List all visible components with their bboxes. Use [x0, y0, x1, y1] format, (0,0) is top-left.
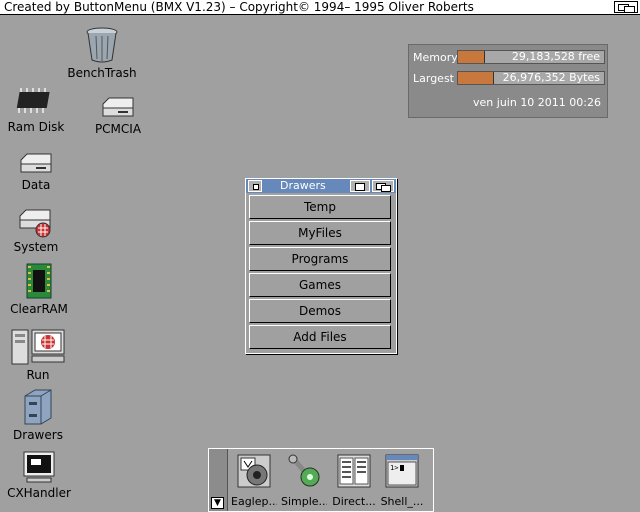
pcmcia-icon-item[interactable]: PCMCIA	[78, 96, 158, 136]
zoom-gadget[interactable]	[350, 180, 370, 192]
app-dock: ▼ Eaglep... Simple... Direct... 1> Shell…	[208, 448, 434, 512]
screen-title-text: Created by ButtonMenu (BMX V1.23) – Copy…	[4, 0, 474, 14]
largest-value: 26,976,352 Bytes	[502, 71, 600, 84]
system-label: System	[13, 240, 59, 254]
depth-gadget[interactable]	[372, 180, 394, 192]
dock-item-shell[interactable]: 1> Shell_...	[379, 453, 425, 508]
dock-item-eagleplayer[interactable]: Eaglep...	[231, 453, 277, 508]
trash-can-icon	[86, 27, 118, 63]
demos-button[interactable]: Demos	[249, 299, 391, 323]
myfiles-button[interactable]: MyFiles	[249, 221, 391, 245]
disk-drive-icon	[102, 97, 134, 117]
dock-item-simple[interactable]: Simple...	[281, 453, 327, 508]
system-icon-item[interactable]: System	[0, 208, 76, 254]
add-files-button[interactable]: Add Files	[249, 325, 391, 349]
drawers-window: Drawers Temp MyFiles Programs Games Demo…	[245, 178, 397, 354]
memory-bar-fill	[458, 51, 485, 63]
clearram-label: ClearRAM	[10, 302, 68, 316]
programs-button[interactable]: Programs	[249, 247, 391, 271]
dock-drag-bar[interactable]: ▼	[209, 449, 228, 511]
green-chip-icon	[26, 263, 52, 299]
screen-depth-gadget[interactable]	[614, 1, 638, 13]
ramdisk-label: Ram Disk	[7, 120, 65, 134]
simple-label: Simple...	[281, 495, 327, 508]
data-icon-item[interactable]: Data	[0, 152, 76, 192]
directory-label: Direct...	[332, 495, 376, 508]
largest-bar: 26,976,352 Bytes	[457, 71, 605, 85]
pcmcia-label: PCMCIA	[94, 122, 142, 136]
close-gadget[interactable]	[248, 180, 262, 192]
shell-label: Shell_...	[380, 495, 424, 508]
clearram-icon-item[interactable]: ClearRAM	[0, 262, 79, 316]
drawers-title: Drawers	[280, 179, 326, 192]
drawers-icon-item[interactable]: Drawers	[0, 388, 78, 442]
benchtrash-icon-item[interactable]: BenchTrash	[62, 26, 142, 80]
memory-row: Memory 29,183,528 free	[409, 48, 609, 66]
data-label: Data	[21, 178, 51, 192]
cxhandler-label: CXHandler	[7, 486, 71, 500]
drawers-title-bar[interactable]: Drawers	[246, 179, 396, 193]
benchtrash-label: BenchTrash	[67, 66, 137, 80]
screen-title-bar: Created by ButtonMenu (BMX V1.23) – Copy…	[0, 0, 640, 15]
games-button[interactable]: Games	[249, 273, 391, 297]
memory-bar: 29,183,528 free	[457, 50, 605, 64]
cxhandler-icon-item[interactable]: CXHandler	[0, 450, 79, 500]
eagleplayer-icon	[237, 454, 271, 488]
memory-label: Memory	[413, 51, 458, 64]
dock-item-directory[interactable]: Direct...	[331, 453, 377, 508]
ramdisk-icon-item[interactable]: Ram Disk	[0, 84, 76, 134]
largest-label: Largest	[413, 72, 454, 85]
monitor-icon	[23, 451, 55, 483]
chevron-down-icon[interactable]: ▼	[211, 497, 224, 509]
largest-row: Largest 26,976,352 Bytes	[409, 69, 609, 87]
largest-bar-fill	[458, 72, 494, 84]
simple-tool-icon	[288, 454, 320, 487]
date-time: ven juin 10 2011 00:26	[473, 96, 601, 109]
cabinet-icon	[24, 389, 52, 425]
directory-icon	[337, 454, 371, 488]
run-label: Run	[26, 368, 50, 382]
temp-button[interactable]: Temp	[249, 195, 391, 219]
drawers-label: Drawers	[13, 428, 63, 442]
shell-icon: 1>	[385, 454, 419, 488]
ram-chip-icon	[16, 88, 50, 113]
system-drive-icon	[19, 209, 51, 238]
eagleplayer-label: Eaglep...	[231, 495, 277, 508]
memory-value: 29,183,528 free	[511, 50, 600, 63]
run-icon-item[interactable]: Run	[0, 326, 78, 382]
svg-text:1>: 1>	[390, 464, 398, 472]
memory-monitor: Memory 29,183,528 free Largest 26,976,35…	[408, 44, 608, 118]
computer-icon	[11, 329, 65, 365]
disk-drive-icon	[20, 153, 52, 173]
